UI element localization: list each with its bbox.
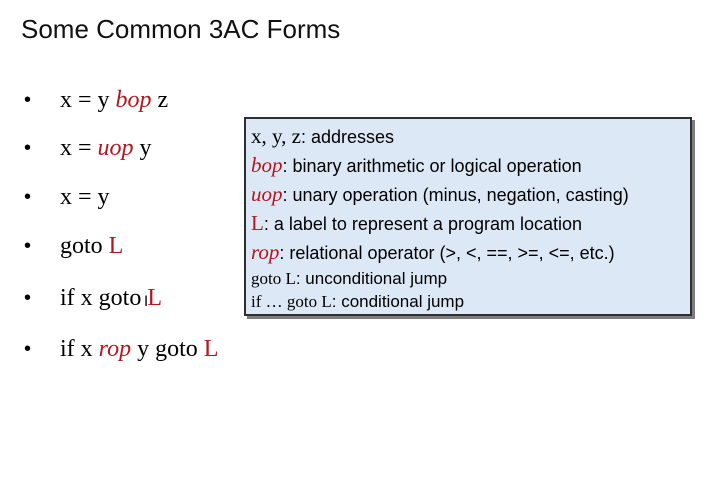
bullet-text: x = uop y: [60, 135, 152, 162]
legend-term: goto L: [251, 269, 296, 288]
bullet-item-5: • if x goto L: [22, 282, 162, 314]
bullet-text-segment: y goto: [131, 335, 204, 362]
uop-operator: uop: [97, 134, 134, 161]
rop-operator: rop: [98, 335, 132, 362]
bullet-text-segment: x = y: [60, 183, 110, 210]
legend-line-bop: bop: binary arithmetic or logical operat…: [251, 151, 686, 180]
bullet-item-2: • x = uop y: [22, 132, 152, 164]
legend-line-uop: uop: unary operation (minus, negation, c…: [251, 180, 686, 209]
legend-description: : binary arithmetic or logical operation: [282, 156, 582, 176]
bullet-text: x = y bop z: [60, 87, 168, 114]
legend-description: : unconditional jump: [295, 269, 448, 288]
bullet-marker: •: [24, 337, 32, 360]
bullet-text-segment: if x goto: [60, 284, 148, 311]
label-l: L: [203, 335, 219, 362]
legend-box: x, y, z: addresses bop: binary arithmeti…: [244, 117, 692, 316]
bullet-text: if x rop y goto L: [60, 336, 218, 363]
bullet-text-segment: goto: [60, 232, 109, 259]
legend-description: : unary operation (minus, negation, cast…: [282, 185, 629, 205]
bullet-item-1: • x = y bop z: [22, 84, 168, 116]
legend-description: : relational operator (>, <, ==, >=, <=,…: [279, 243, 615, 263]
legend-line-if-goto: if … goto L: conditional jump: [251, 290, 686, 313]
bullet-marker: •: [24, 286, 32, 309]
bullet-text-segment: z: [151, 86, 169, 113]
bullet-marker: •: [24, 234, 32, 257]
label-l: L: [108, 232, 124, 259]
legend-line-addresses: x, y, z: addresses: [251, 122, 686, 151]
bullet-marker: •: [24, 185, 32, 208]
legend-description: : addresses: [300, 127, 395, 147]
bullet-text-segment: x = y: [60, 86, 116, 113]
legend-description: : a label to represent a program locatio…: [263, 214, 583, 234]
legend-line-goto: goto L: unconditional jump: [251, 267, 686, 290]
bop-operator: bop: [115, 86, 152, 113]
legend-term: bop: [251, 153, 283, 177]
bullet-item-4: • goto L: [22, 230, 123, 262]
bullet-text: goto L: [60, 233, 123, 260]
text-cursor-icon: I: [144, 294, 149, 310]
bullet-text-segment: y: [133, 134, 152, 161]
legend-term: uop: [251, 182, 283, 206]
bullet-marker: •: [24, 88, 32, 111]
legend-term: x, y, z: [251, 124, 301, 148]
legend-term: L: [251, 211, 264, 235]
bullet-marker: •: [24, 136, 32, 159]
bullet-text-segment: if x: [60, 335, 99, 362]
bullet-text-segment: x =: [60, 134, 98, 161]
bullet-item-6: • if x rop y goto L: [22, 333, 218, 365]
legend-term: if … goto L: [251, 292, 332, 311]
legend-line-rop: rop: relational operator (>, <, ==, >=, …: [251, 238, 686, 267]
legend-line-label: L: a label to represent a program locati…: [251, 209, 686, 238]
legend-description: : conditional jump: [331, 292, 465, 311]
bullet-text: x = y: [60, 184, 110, 211]
bullet-item-3: • x = y: [22, 181, 110, 213]
legend-term: rop: [251, 240, 280, 264]
